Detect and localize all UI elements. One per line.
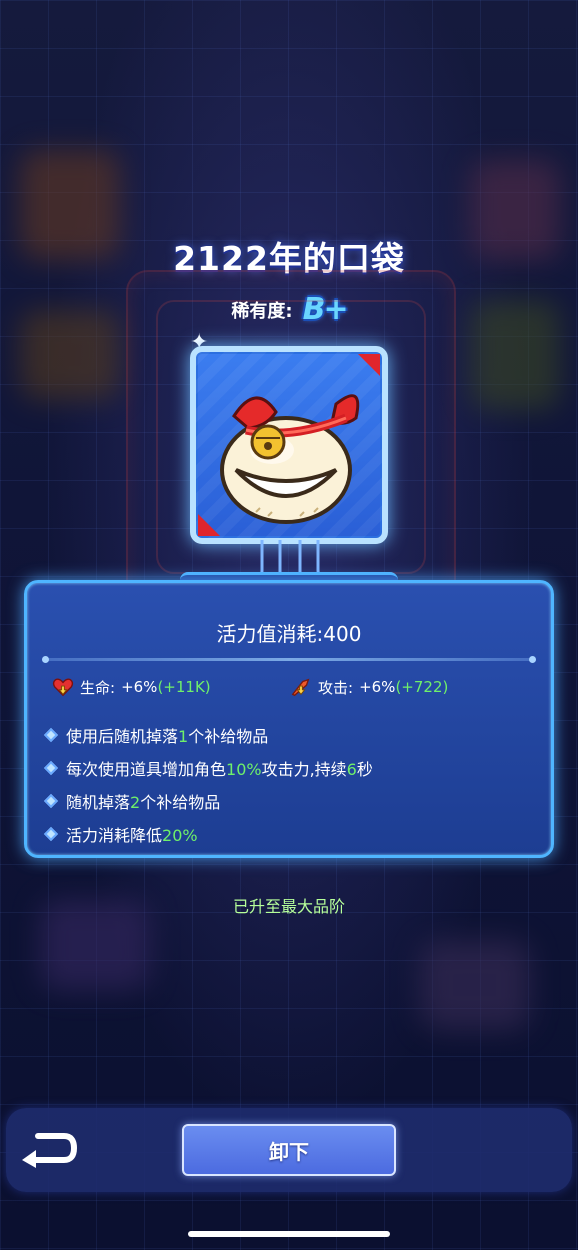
- diamond-bullet-icon: [43, 727, 59, 742]
- effect-text: 活力消耗降低: [66, 825, 163, 845]
- effect-item: 随机掉落2个补给物品: [43, 784, 373, 817]
- effect-highlight: 10%: [226, 759, 262, 779]
- effect-highlight: 2: [130, 792, 141, 812]
- item-card: [190, 346, 388, 544]
- diamond-bullet-icon: [43, 793, 59, 808]
- stat-hp: 生命: +6% (+11K): [52, 676, 211, 698]
- stat-attack-value: +6%: [359, 678, 396, 696]
- effect-text: 个补给物品: [188, 726, 269, 746]
- back-arrow-icon[interactable]: [20, 1130, 78, 1168]
- effect-text: 每次使用道具增加角色: [66, 759, 227, 779]
- effect-item: 活力消耗降低20%: [43, 817, 373, 850]
- max-grade-status: 已升至最大品阶: [232, 897, 345, 916]
- bell-pouch-icon: [220, 394, 360, 524]
- diamond-bullet-icon: [43, 760, 59, 775]
- stat-hp-bonus: (+11K): [157, 678, 211, 696]
- bg-blur-tile: [420, 940, 530, 1030]
- heart-up-icon: [52, 678, 74, 697]
- energy-cost: 活力值消耗:400: [216, 622, 362, 646]
- effect-highlight: 20%: [162, 825, 198, 845]
- effect-highlight: 1: [178, 726, 189, 746]
- stat-hp-label: 生命:: [80, 678, 116, 697]
- stat-attack-label: 攻击:: [318, 678, 354, 697]
- attack-up-icon: [291, 678, 310, 697]
- effect-highlight: 6: [346, 759, 357, 779]
- unequip-button[interactable]: 卸下: [182, 1124, 396, 1176]
- effect-text: 使用后随机掉落: [66, 726, 179, 746]
- stat-attack: 攻击: +6% (+722): [290, 676, 448, 698]
- stat-attack-bonus: (+722): [395, 678, 449, 696]
- panel-divider: [42, 656, 536, 663]
- effect-item: 每次使用道具增加角色10%攻击力,持续6秒: [43, 751, 373, 784]
- diamond-bullet-icon: [43, 826, 59, 841]
- effects-list: 使用后随机掉落1个补给物品 每次使用道具增加角色10%攻击力,持续6秒 随机掉落…: [43, 718, 373, 850]
- effect-text: 秒: [356, 759, 373, 779]
- stat-hp-value: +6%: [121, 678, 158, 696]
- effect-text: 攻击力,持续: [261, 759, 347, 779]
- effect-text: 随机掉落: [66, 792, 131, 812]
- effect-text: 个补给物品: [140, 792, 221, 812]
- effect-item: 使用后随机掉落1个补给物品: [43, 718, 373, 751]
- home-indicator[interactable]: [188, 1231, 390, 1237]
